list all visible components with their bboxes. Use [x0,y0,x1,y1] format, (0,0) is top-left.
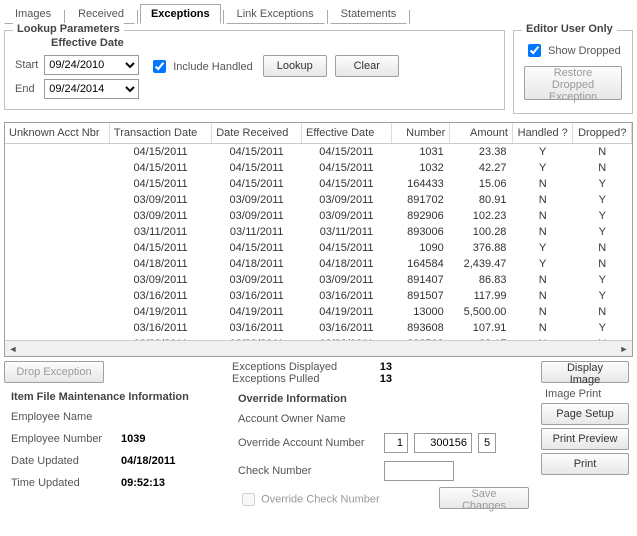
lookup-button[interactable]: Lookup [263,55,327,77]
restore-dropped-button: Restore Dropped Exception [524,66,622,100]
image-print-label: Image Print [545,388,633,400]
col-unknown-acct[interactable]: Unknown Acct Nbr [5,123,109,144]
tab-exceptions[interactable]: Exceptions [140,4,221,24]
tab-link-exceptions[interactable]: Link Exceptions [226,4,325,24]
override-acct-c[interactable] [478,433,496,453]
display-image-button[interactable]: Display Image [541,361,629,383]
override-acct-a[interactable] [384,433,408,453]
table-row[interactable]: 03/16/201103/16/201103/16/2011891507117.… [5,288,632,304]
tab-received[interactable]: Received [67,4,135,24]
include-handled-checkbox[interactable] [153,60,166,73]
table-row[interactable]: 04/18/201104/18/201104/18/20111645842,43… [5,256,632,272]
table-row[interactable]: 03/11/201103/11/201103/11/2011893006100.… [5,224,632,240]
end-date-select[interactable]: 09/24/2014 [44,79,139,99]
lookup-parameters-group: Lookup Parameters Effective Date Start 0… [4,30,505,110]
lookup-group-title: Lookup Parameters [13,23,124,35]
table-row[interactable]: 03/09/201103/09/201103/09/201189170280.9… [5,192,632,208]
include-handled-label: Include Handled [173,61,253,73]
item-file-info-group: Item File Maintenance Information Employ… [4,386,226,494]
drop-exception-button: Drop Exception [4,361,104,383]
override-info-group: Override Information Account Owner Name … [232,389,535,521]
override-acct-b[interactable] [414,433,472,453]
exceptions-table[interactable]: Unknown Acct Nbr Transaction Date Date R… [5,123,632,352]
print-preview-button[interactable]: Print Preview [541,428,629,450]
col-dropped[interactable]: Dropped? [573,123,632,144]
tab-images[interactable]: Images [4,4,62,24]
emp-name-label: Employee Name [11,411,121,423]
owner-name-label: Account Owner Name [238,413,378,425]
date-upd-value: 04/18/2011 [121,455,219,467]
check-number-label: Check Number [238,465,378,477]
exceptions-pulled-value: 13 [380,373,392,385]
col-amount[interactable]: Amount [450,123,513,144]
print-button[interactable]: Print [541,453,629,475]
col-effective-date[interactable]: Effective Date [302,123,392,144]
clear-button[interactable]: Clear [335,55,399,77]
start-date-select[interactable]: 09/24/2010 [44,55,139,75]
scroll-left-icon[interactable]: ◄ [7,343,19,355]
item-file-info-title: Item File Maintenance Information [11,391,219,403]
table-row[interactable]: 03/09/201103/09/201103/09/201189140786.8… [5,272,632,288]
col-number[interactable]: Number [391,123,449,144]
page-setup-button[interactable]: Page Setup [541,403,629,425]
table-row[interactable]: 03/09/201103/09/201103/09/2011892906102.… [5,208,632,224]
override-check-label: Override Check Number [261,493,380,505]
exceptions-displayed-label: Exceptions Displayed [232,361,337,373]
emp-num-label: Employee Number [11,433,121,445]
table-row[interactable]: 04/19/201104/19/201104/19/2011130005,500… [5,304,632,320]
horizontal-scrollbar[interactable]: ◄ ► [5,340,632,356]
editor-user-only-group: Editor User Only Show Dropped Restore Dr… [513,30,633,114]
time-upd-label: Time Updated [11,477,121,489]
exceptions-displayed-value: 13 [380,361,392,373]
start-label: Start [15,59,38,71]
table-row[interactable]: 04/15/201104/15/201104/15/2011103242.27Y… [5,160,632,176]
effective-date-label: Effective Date [15,37,494,49]
time-upd-value: 09:52:13 [121,477,219,489]
table-row[interactable]: 04/15/201104/15/201104/15/20111090376.88… [5,240,632,256]
show-dropped-checkbox[interactable] [528,44,541,57]
exceptions-table-wrap: Unknown Acct Nbr Transaction Date Date R… [4,122,633,357]
table-row[interactable]: 03/16/201103/16/201103/16/2011893608107.… [5,320,632,336]
emp-name-value [121,411,219,423]
scroll-right-icon[interactable]: ► [618,343,630,355]
show-dropped-label: Show Dropped [548,45,621,57]
col-handled[interactable]: Handled ? [512,123,573,144]
col-date-received[interactable]: Date Received [212,123,302,144]
tab-statements[interactable]: Statements [330,4,408,24]
tab-bar: Images Received Exceptions Link Exceptio… [4,4,633,24]
override-acct-label: Override Account Number [238,437,378,449]
table-header-row: Unknown Acct Nbr Transaction Date Date R… [5,123,632,144]
override-info-title: Override Information [238,393,529,405]
table-row[interactable]: 04/15/201104/15/201104/15/2011103123.38Y… [5,144,632,161]
save-changes-button: Save Changes [439,487,529,509]
editor-group-title: Editor User Only [522,23,617,35]
table-row[interactable]: 04/15/201104/15/201104/15/201116443315.0… [5,176,632,192]
exceptions-pulled-label: Exceptions Pulled [232,373,319,385]
col-txn-date[interactable]: Transaction Date [109,123,211,144]
override-check-checkbox [242,493,255,506]
end-label: End [15,83,38,95]
check-number-input[interactable] [384,461,454,481]
emp-num-value: 1039 [121,433,219,445]
date-upd-label: Date Updated [11,455,121,467]
